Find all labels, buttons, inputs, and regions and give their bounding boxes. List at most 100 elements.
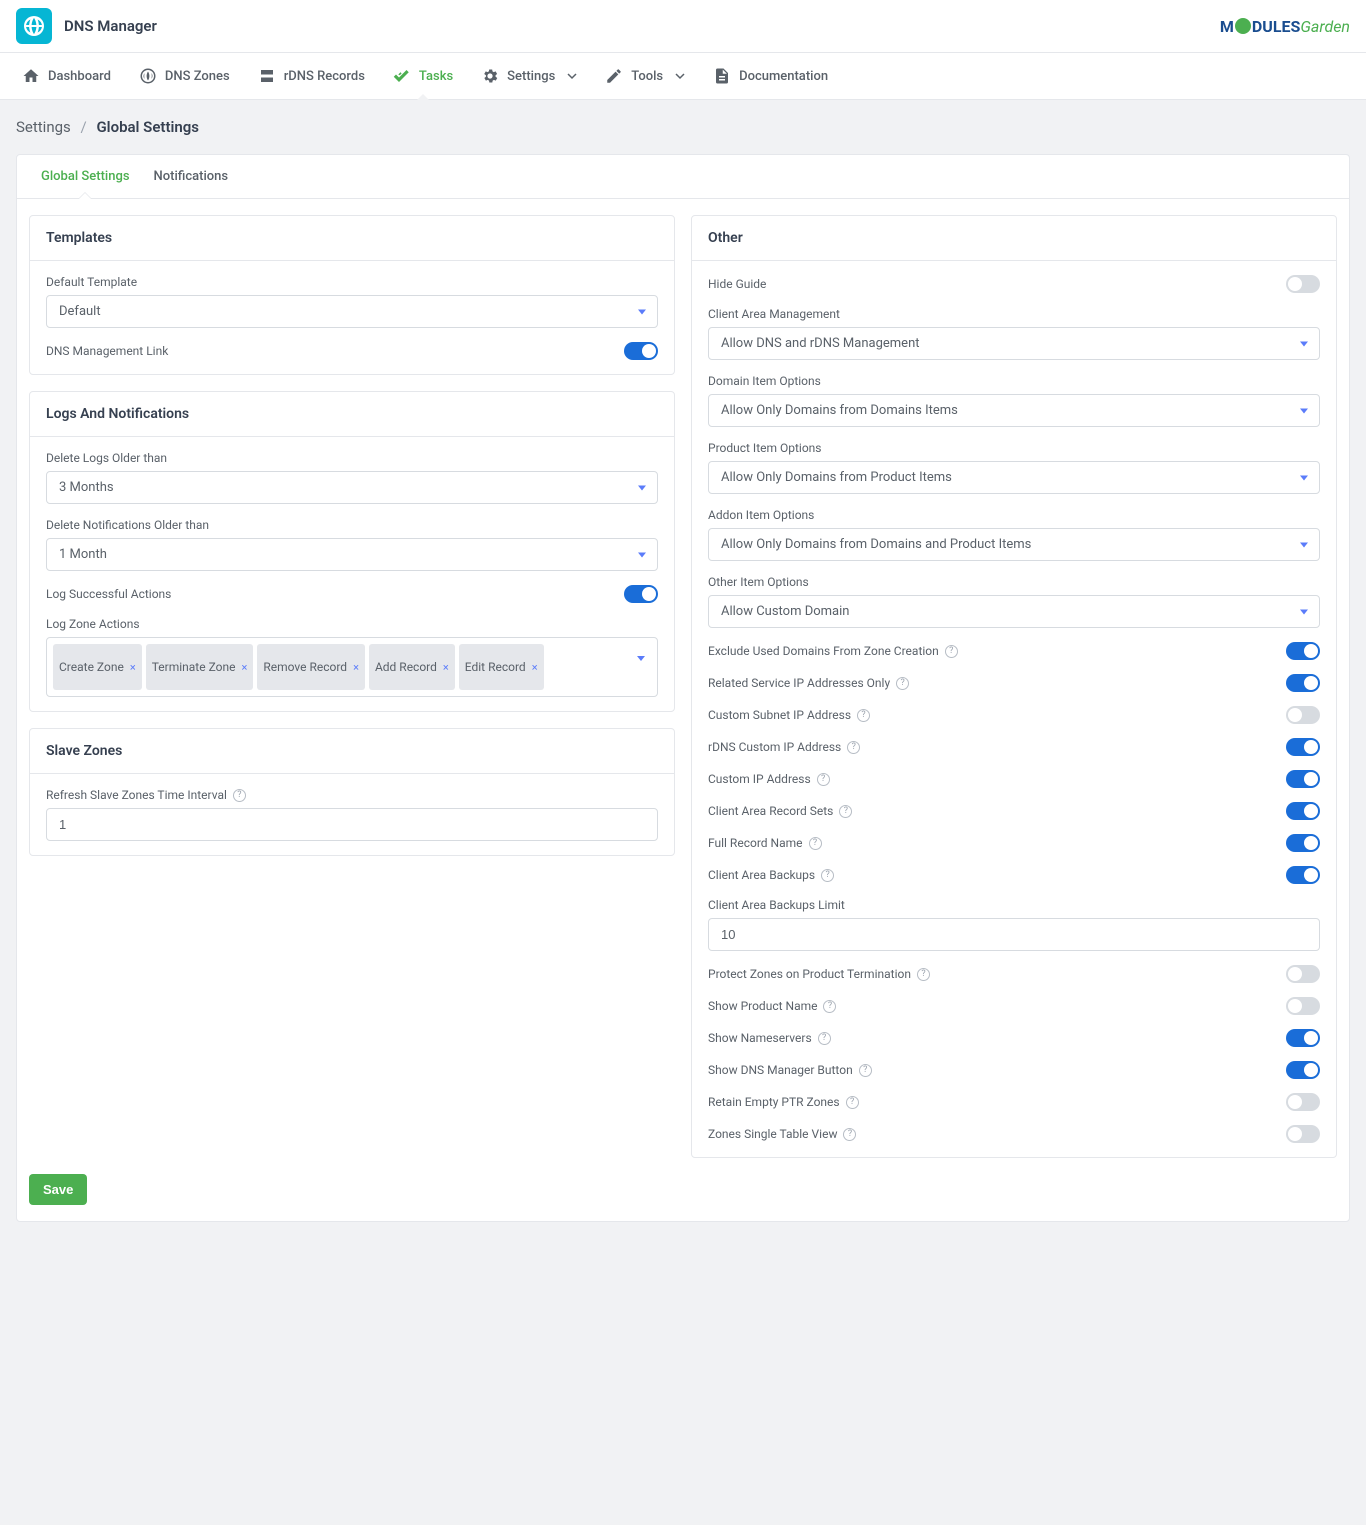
- help-icon[interactable]: ?: [839, 805, 852, 818]
- domain-item-options-label: Domain Item Options: [708, 374, 1320, 388]
- logo-circle-icon: [1235, 18, 1251, 34]
- chevron-down-icon: [567, 71, 577, 81]
- log-zone-actions-tags[interactable]: Create Zone ×Terminate Zone ×Remove Reco…: [46, 637, 658, 697]
- default-template-select[interactable]: Default: [46, 295, 658, 328]
- backups-limit-input[interactable]: [708, 918, 1320, 951]
- custom-ip-toggle[interactable]: [1286, 770, 1320, 788]
- other-item-options-select[interactable]: Allow Custom Domain: [708, 595, 1320, 628]
- default-template-label: Default Template: [46, 275, 658, 289]
- delete-logs-select[interactable]: 3 Months: [46, 471, 658, 504]
- nav-dns-zones[interactable]: DNS Zones: [125, 53, 244, 99]
- hide-guide-label: Hide Guide: [708, 277, 766, 291]
- help-icon[interactable]: ?: [817, 773, 830, 786]
- nav-tasks[interactable]: Tasks: [379, 53, 467, 99]
- tag-item: Remove Record ×: [257, 644, 365, 690]
- card-title: Other: [692, 216, 1336, 261]
- tag-item: Create Zone ×: [53, 644, 142, 690]
- help-icon[interactable]: ?: [818, 1032, 831, 1045]
- gear-icon: [481, 67, 499, 85]
- nav-settings[interactable]: Settings: [467, 53, 591, 99]
- exclude-used-label: Exclude Used Domains From Zone Creation?: [708, 644, 958, 658]
- nav-rdns-records[interactable]: rDNS Records: [244, 53, 379, 99]
- exclude-used-toggle[interactable]: [1286, 642, 1320, 660]
- card-title: Templates: [30, 216, 674, 261]
- backups-label: Client Area Backups?: [708, 868, 834, 882]
- help-icon[interactable]: ?: [846, 1096, 859, 1109]
- show-ns-label: Show Nameservers?: [708, 1031, 831, 1045]
- help-icon[interactable]: ?: [917, 968, 930, 981]
- tag-remove-icon[interactable]: ×: [532, 661, 538, 674]
- tab-notifications[interactable]: Notifications: [142, 155, 241, 198]
- nav-documentation[interactable]: Documentation: [699, 53, 842, 99]
- help-icon[interactable]: ?: [843, 1128, 856, 1141]
- help-icon[interactable]: ?: [857, 709, 870, 722]
- refresh-slave-input[interactable]: [46, 808, 658, 841]
- delete-notifications-label: Delete Notifications Older than: [46, 518, 658, 532]
- dns-management-link-label: DNS Management Link: [46, 344, 168, 358]
- retain-ptr-toggle[interactable]: [1286, 1093, 1320, 1111]
- tag-remove-icon[interactable]: ×: [241, 661, 247, 674]
- other-item-options-label: Other Item Options: [708, 575, 1320, 589]
- addon-item-options-select[interactable]: Allow Only Domains from Domains and Prod…: [708, 528, 1320, 561]
- help-icon[interactable]: ?: [233, 789, 246, 802]
- log-successful-actions-toggle[interactable]: [624, 585, 658, 603]
- custom-subnet-toggle[interactable]: [1286, 706, 1320, 724]
- tag-remove-icon[interactable]: ×: [130, 661, 136, 674]
- show-dns-btn-toggle[interactable]: [1286, 1061, 1320, 1079]
- backups-limit-label: Client Area Backups Limit: [708, 898, 1320, 912]
- related-ip-toggle[interactable]: [1286, 674, 1320, 692]
- card-title: Logs And Notifications: [30, 392, 674, 437]
- help-icon[interactable]: ?: [823, 1000, 836, 1013]
- help-icon[interactable]: ?: [896, 677, 909, 690]
- document-icon: [713, 67, 731, 85]
- show-ns-toggle[interactable]: [1286, 1029, 1320, 1047]
- show-product-label: Show Product Name?: [708, 999, 836, 1013]
- tag-item: Add Record ×: [369, 644, 455, 690]
- help-icon[interactable]: ?: [945, 645, 958, 658]
- backups-toggle[interactable]: [1286, 866, 1320, 884]
- tag-remove-icon[interactable]: ×: [353, 661, 359, 674]
- dns-management-link-toggle[interactable]: [624, 342, 658, 360]
- card-templates: Templates Default Template Default DNS M…: [29, 215, 675, 375]
- delete-notifications-select[interactable]: 1 Month: [46, 538, 658, 571]
- custom-ip-label: Custom IP Address?: [708, 772, 830, 786]
- retain-ptr-label: Retain Empty PTR Zones?: [708, 1095, 859, 1109]
- log-successful-actions-label: Log Successful Actions: [46, 587, 171, 601]
- custom-subnet-label: Custom Subnet IP Address?: [708, 708, 870, 722]
- protect-zones-toggle[interactable]: [1286, 965, 1320, 983]
- delete-logs-label: Delete Logs Older than: [46, 451, 658, 465]
- rdns-custom-ip-label: rDNS Custom IP Address?: [708, 740, 860, 754]
- breadcrumb-root[interactable]: Settings: [16, 118, 71, 136]
- log-zone-actions-label: Log Zone Actions: [46, 617, 658, 631]
- addon-item-options-label: Addon Item Options: [708, 508, 1320, 522]
- rdns-custom-ip-toggle[interactable]: [1286, 738, 1320, 756]
- record-sets-label: Client Area Record Sets?: [708, 804, 852, 818]
- client-area-management-select[interactable]: Allow DNS and rDNS Management: [708, 327, 1320, 360]
- domain-item-options-select[interactable]: Allow Only Domains from Domains Items: [708, 394, 1320, 427]
- hide-guide-toggle[interactable]: [1286, 275, 1320, 293]
- protect-zones-label: Protect Zones on Product Termination?: [708, 967, 930, 981]
- single-table-toggle[interactable]: [1286, 1125, 1320, 1143]
- help-icon[interactable]: ?: [847, 741, 860, 754]
- record-sets-toggle[interactable]: [1286, 802, 1320, 820]
- tag-remove-icon[interactable]: ×: [443, 661, 449, 674]
- nav-tools[interactable]: Tools: [591, 53, 699, 99]
- product-item-options-label: Product Item Options: [708, 441, 1320, 455]
- save-button[interactable]: Save: [29, 1174, 87, 1205]
- single-table-label: Zones Single Table View?: [708, 1127, 856, 1141]
- pencil-icon: [605, 67, 623, 85]
- card-other: Other Hide Guide Client Area Management …: [691, 215, 1337, 1158]
- help-icon[interactable]: ?: [821, 869, 834, 882]
- help-icon[interactable]: ?: [809, 837, 822, 850]
- app-icon: [16, 8, 52, 44]
- globe-icon: [22, 14, 46, 38]
- product-item-options-select[interactable]: Allow Only Domains from Product Items: [708, 461, 1320, 494]
- show-product-toggle[interactable]: [1286, 997, 1320, 1015]
- nav-dashboard[interactable]: Dashboard: [8, 53, 125, 99]
- full-record-label: Full Record Name?: [708, 836, 822, 850]
- tab-global-settings[interactable]: Global Settings: [29, 155, 142, 198]
- help-icon[interactable]: ?: [859, 1064, 872, 1077]
- full-record-toggle[interactable]: [1286, 834, 1320, 852]
- tag-item: Edit Record ×: [459, 644, 544, 690]
- client-area-management-label: Client Area Management: [708, 307, 1320, 321]
